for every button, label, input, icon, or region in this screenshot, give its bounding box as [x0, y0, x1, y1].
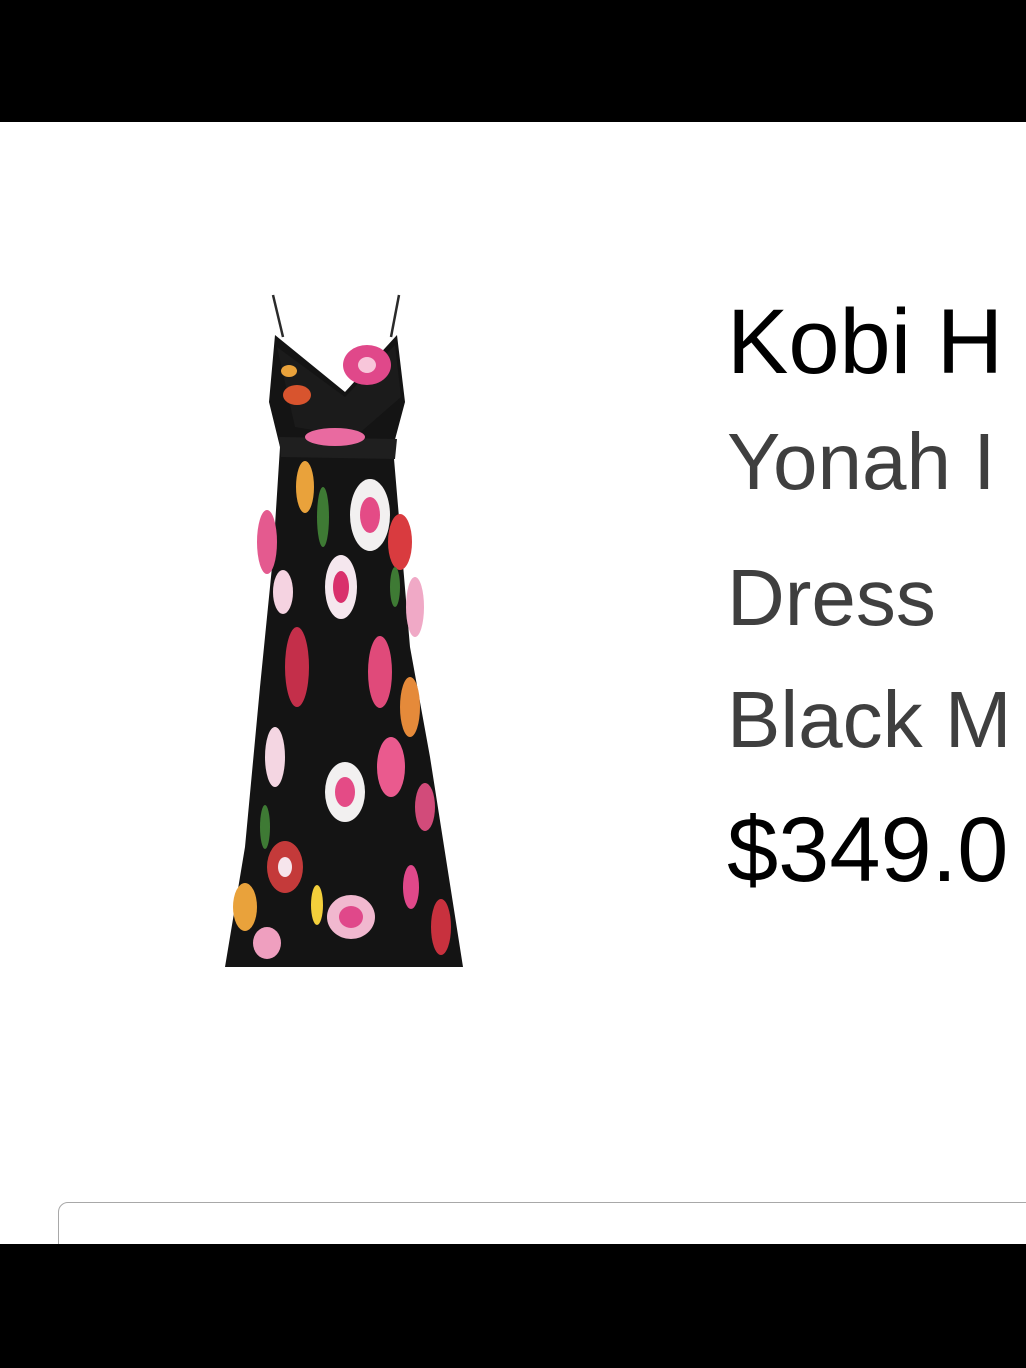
product-image[interactable] [205, 287, 485, 987]
product-brand[interactable]: Kobi H [727, 290, 1026, 394]
product-name-line-1: Yonah I [727, 417, 996, 506]
product-color: Black M [727, 675, 1012, 764]
product-content: Kobi H Yonah I Dress Black M $349.0 [0, 122, 1026, 1244]
top-black-bar [0, 0, 1026, 122]
dress-illustration [225, 294, 463, 967]
next-product-card[interactable] [58, 1202, 1026, 1244]
product-price: $349.0 [727, 799, 1009, 901]
product-name-line-2: Dress [727, 553, 936, 642]
bottom-black-bar [0, 1244, 1026, 1368]
product-info: Kobi H Yonah I Dress Black M $349.0 [727, 290, 1026, 910]
product-name[interactable]: Yonah I Dress [727, 394, 1026, 666]
